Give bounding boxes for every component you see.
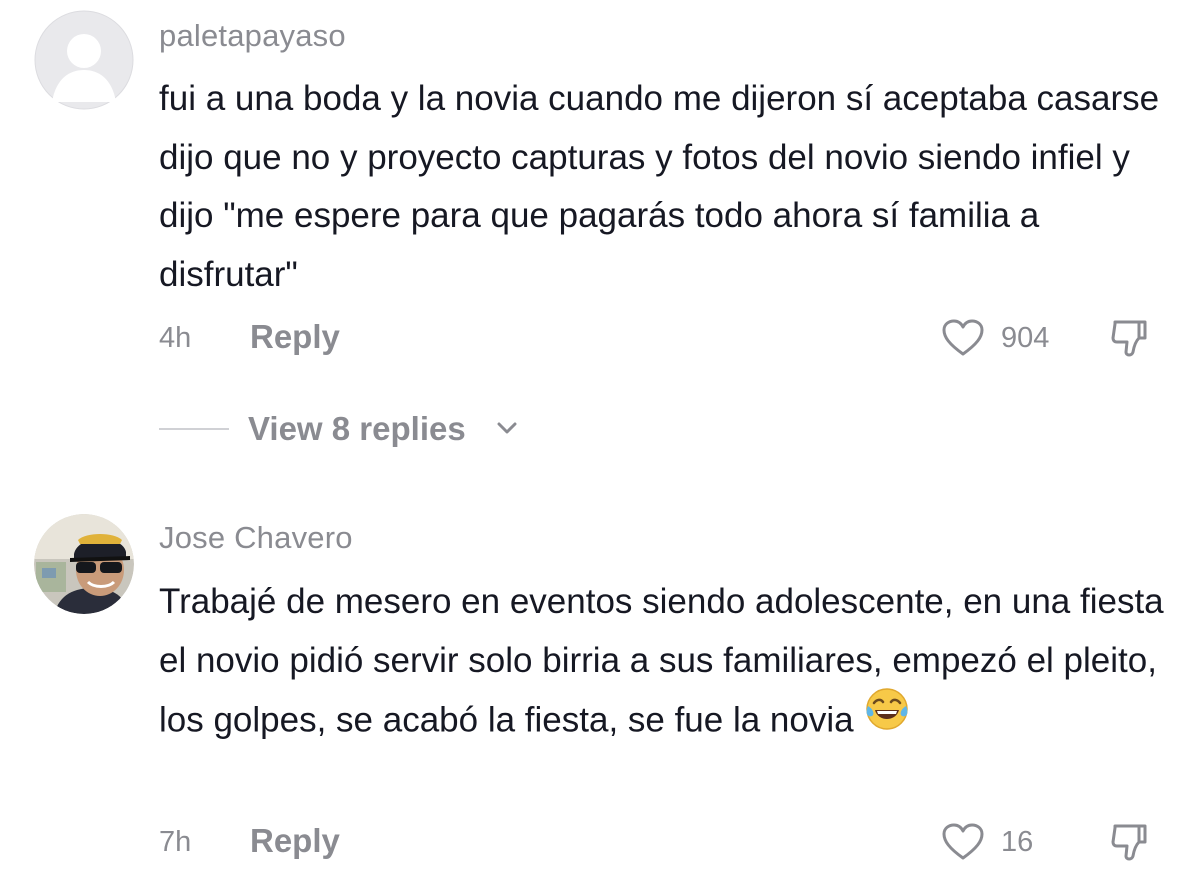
view-replies-button[interactable]: View 8 replies — [159, 410, 559, 450]
comment-actions: 4h Reply 904 — [159, 318, 1169, 358]
comment-actions: 7h Reply 16 — [159, 822, 1169, 862]
comment-username[interactable]: paletapayaso — [159, 18, 346, 54]
comment-text: fui a una boda y la novia cuando me dije… — [159, 79, 1160, 294]
default-avatar-icon — [34, 10, 134, 110]
reply-button[interactable]: Reply — [250, 822, 340, 860]
comment-item: paletapayaso fui a una boda y la novia c… — [0, 0, 1200, 480]
avatar[interactable] — [34, 10, 134, 110]
comment-timestamp: 4h — [159, 322, 192, 354]
dislike-icon[interactable] — [1109, 822, 1153, 869]
view-replies-label: View 8 replies — [248, 410, 466, 447]
comment-text-body: Trabajé de mesero en eventos siendo adol… — [159, 582, 1164, 740]
like-heart-icon[interactable] — [941, 822, 985, 867]
comment-text: Trabajé de mesero en eventos siendo adol… — [159, 573, 1179, 755]
avatar[interactable] — [34, 514, 134, 614]
comment-username[interactable]: Jose Chavero — [159, 520, 353, 556]
like-heart-icon[interactable] — [941, 318, 985, 363]
chevron-down-icon — [495, 418, 519, 443]
user-photo-avatar-icon — [34, 514, 134, 614]
face-with-tears-of-joy-icon — [864, 686, 910, 751]
reply-button[interactable]: Reply — [250, 318, 340, 356]
comment-timestamp: 7h — [159, 826, 192, 858]
like-count: 904 — [1001, 322, 1050, 354]
like-count: 16 — [1001, 826, 1034, 858]
comment-item: Jose Chavero Trabajé de mesero en evento… — [0, 500, 1200, 892]
divider — [159, 428, 229, 430]
dislike-icon[interactable] — [1109, 318, 1153, 365]
